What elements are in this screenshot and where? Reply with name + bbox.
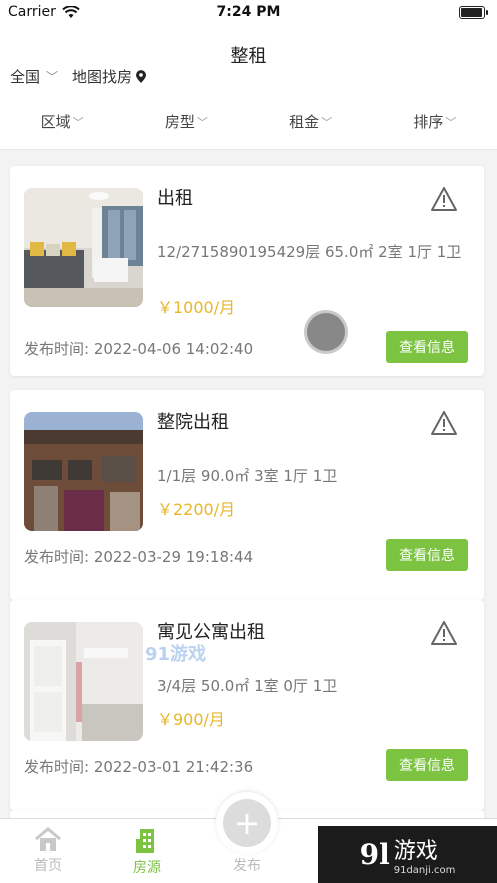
tab-label: 房源	[133, 860, 161, 876]
tab-label: 发布	[233, 858, 261, 874]
warning-icon[interactable]	[430, 620, 458, 646]
watermark-url: 91danji.com	[393, 865, 456, 876]
filter-label: 区域	[40, 113, 71, 131]
nav-header: 整租 全国 ﹀ 地图找房	[0, 24, 497, 94]
watermark-text: 91游戏	[145, 644, 207, 665]
publish-button[interactable]: +	[216, 792, 278, 854]
listing-photo	[24, 188, 143, 307]
tab-publish[interactable]: 发布	[207, 855, 287, 875]
chevron-down-icon: ﹀	[46, 70, 59, 84]
filter-label: 房型	[164, 113, 195, 131]
building-icon	[136, 829, 154, 853]
listing-date: 发布时间: 2022-04-06 14:02:40	[24, 340, 254, 358]
listing-photo	[24, 412, 143, 531]
app-screen: Carrier 7:24 PM 整租 全国 ﹀ 地图找房 区域 ﹀ 房型 ﹀ 租金 ﹀…	[0, 0, 497, 883]
view-info-button[interactable]: 查看信息	[386, 539, 468, 571]
tab-home[interactable]: 首页	[8, 827, 88, 875]
listing-price: ￥900/月	[157, 710, 225, 729]
filter-bar: 区域 ﹀ 房型 ﹀ 租金 ﹀ 排序 ﹀	[0, 94, 497, 150]
plus-icon: +	[223, 799, 271, 847]
location-pin-icon	[136, 70, 147, 83]
status-bar: Carrier 7:24 PM	[0, 0, 497, 24]
tab-label: 首页	[34, 858, 62, 874]
listing-details: 12/2715890195429层 65.0㎡ 2室 1厅 1卫	[157, 243, 462, 261]
region-selector[interactable]: 全国	[10, 66, 40, 87]
filter-room-type[interactable]: 房型 ﹀	[165, 111, 208, 132]
filter-label: 租金	[289, 113, 320, 131]
listing-card[interactable]: 寓见公寓出租 3/4层 50.0㎡ 1室 0厅 1卫 ￥900/月 发布时间: …	[10, 600, 484, 810]
wifi-icon	[62, 5, 80, 18]
map-search-link[interactable]: 地图找房	[72, 66, 132, 87]
chevron-down-icon: ﹀	[196, 115, 208, 129]
listing-price: ￥2200/月	[157, 500, 236, 519]
watermark-title: 游戏	[393, 839, 438, 864]
chevron-down-icon: ﹀	[72, 115, 84, 129]
watermark-banner: 9l 游戏 91danji.com	[318, 826, 497, 883]
assistive-touch-button[interactable]	[307, 313, 345, 351]
filter-rent[interactable]: 租金 ﹀	[289, 111, 332, 132]
carrier-label: Carrier	[8, 4, 56, 20]
listing-photo	[24, 622, 143, 741]
home-icon	[35, 827, 61, 851]
chevron-down-icon: ﹀	[321, 115, 333, 129]
watermark-logo: 9l	[359, 838, 390, 871]
page-title: 整租	[230, 46, 267, 67]
listing-card[interactable]: 出租 12/2715890195429层 65.0㎡ 2室 1厅 1卫 ￥100…	[10, 166, 484, 376]
view-info-button[interactable]: 查看信息	[386, 331, 468, 363]
chevron-down-icon: ﹀	[445, 115, 457, 129]
listing-details: 1/1层 90.0㎡ 3室 1厅 1卫	[157, 467, 338, 485]
listing-details: 3/4层 50.0㎡ 1室 0厅 1卫	[157, 677, 338, 695]
tab-listings[interactable]: 房源	[107, 827, 187, 877]
filter-sort[interactable]: 排序 ﹀	[413, 111, 456, 132]
battery-icon	[459, 5, 488, 19]
listing-title: 出租	[157, 188, 193, 209]
listing-card[interactable]: 整院出租 1/1层 90.0㎡ 3室 1厅 1卫 ￥2200/月 发布时间: 2…	[10, 390, 484, 600]
listing-date: 发布时间: 2022-03-29 19:18:44	[24, 548, 254, 566]
warning-icon[interactable]	[430, 186, 458, 212]
listing-price: ￥1000/月	[157, 298, 236, 317]
listing-date: 发布时间: 2022-03-01 21:42:36	[24, 758, 254, 776]
listing-title: 整院出租	[157, 412, 229, 433]
warning-icon[interactable]	[430, 410, 458, 436]
filter-area[interactable]: 区域 ﹀	[41, 111, 84, 132]
filter-label: 排序	[413, 113, 444, 131]
view-info-button[interactable]: 查看信息	[386, 749, 468, 781]
